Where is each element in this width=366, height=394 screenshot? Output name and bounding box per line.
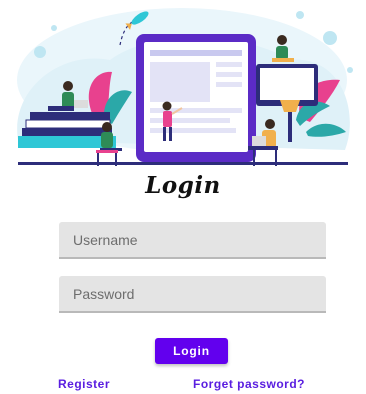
username-input[interactable] — [59, 222, 326, 259]
hero-illustration — [17, 8, 353, 166]
register-link[interactable]: Register — [58, 377, 110, 391]
page-title: Login — [145, 172, 221, 199]
login-button[interactable]: Login — [155, 338, 228, 364]
password-input[interactable] — [59, 276, 326, 313]
forgot-password-link[interactable]: Forget password? — [193, 377, 305, 391]
